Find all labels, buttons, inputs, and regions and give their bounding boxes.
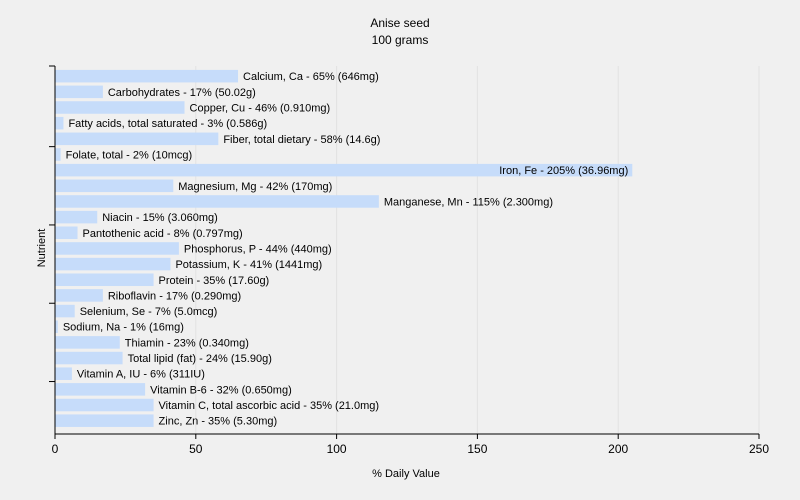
x-tick-label-3: 150 [467, 442, 487, 456]
bar-18 [55, 351, 123, 365]
bar-label-1: Carbohydrates - 17% (50.02g) [108, 87, 256, 99]
chart: Anise seed 100 grams Calcium, Ca - 65% (… [36, 16, 769, 480]
bar-20 [55, 383, 146, 396]
x-tick-label-0: 0 [52, 442, 59, 456]
bar-label-6: Iron, Fe - 205% (36.96mg) [499, 165, 628, 177]
bar-19 [55, 367, 72, 380]
bar-2 [55, 101, 185, 114]
bar-21 [55, 398, 154, 412]
bar-label-4: Fiber, total dietary - 58% (14.6g) [223, 134, 380, 146]
bar-9 [55, 210, 98, 224]
bar-17 [55, 336, 120, 349]
bar-label-8: Manganese, Mn - 115% (2.300mg) [384, 196, 553, 208]
bar-14 [55, 289, 103, 302]
x-tick-label-2: 100 [327, 442, 347, 456]
bar-3 [55, 116, 64, 130]
bar-8 [55, 195, 379, 208]
bar-label-15: Selenium, Se - 7% (5.0mcg) [80, 306, 218, 318]
chart-subtitle: 100 grams [372, 33, 429, 47]
bar-7 [55, 179, 174, 193]
x-tick-label-5: 250 [749, 442, 769, 456]
bar-22 [55, 414, 154, 427]
bar-12 [55, 257, 171, 271]
bar-1 [55, 85, 103, 99]
bars: Calcium, Ca - 65% (646mg) Carbohydrates -… [55, 69, 633, 428]
bar-11 [55, 242, 179, 255]
bar-label-9: Niacin - 15% (3.060mg) [102, 212, 218, 224]
x-tick-label-4: 200 [608, 442, 628, 456]
bar-label-17: Thiamin - 23% (0.340mg) [125, 337, 249, 349]
bar-0 [55, 69, 239, 83]
bar-15 [55, 304, 75, 318]
bar-label-20: Vitamin B-6 - 32% (0.650mg) [150, 384, 292, 396]
bar-5 [55, 148, 61, 161]
bar-label-21: Vitamin C, total ascorbic acid - 35% (21… [159, 400, 380, 412]
y-axis-label: Nutrient [36, 229, 48, 268]
bar-label-12: Potassium, K - 41% (1441mg) [175, 259, 322, 271]
bar-label-2: Copper, Cu - 46% (0.910mg) [190, 102, 331, 114]
bar-10 [55, 226, 78, 240]
bar-label-16: Sodium, Na - 1% (16mg) [63, 322, 184, 334]
bar-label-3: Fatty acids, total saturated - 3% (0.586… [68, 118, 267, 130]
bar-label-7: Magnesium, Mg - 42% (170mg) [178, 181, 332, 193]
bar-label-5: Folate, total - 2% (10mcg) [66, 149, 193, 161]
bar-label-22: Zinc, Zn - 35% (5.30mg) [159, 416, 278, 428]
bar-label-18: Total lipid (fat) - 24% (15.90g) [128, 353, 272, 365]
bar-label-10: Pantothenic acid - 8% (0.797mg) [83, 228, 243, 240]
bar-label-19: Vitamin A, IU - 6% (311IU) [77, 369, 205, 381]
x-axis-label: % Daily Value [372, 468, 440, 480]
bar-label-13: Protein - 35% (17.60g) [159, 275, 270, 287]
bar-13 [55, 273, 154, 287]
bar-4 [55, 132, 219, 146]
x-tick-label-1: 50 [189, 442, 203, 456]
bar-label-14: Riboflavin - 17% (0.290mg) [108, 290, 241, 302]
chart-title: Anise seed [370, 16, 429, 30]
bar-label-11: Phosphorus, P - 44% (440mg) [184, 243, 332, 255]
bar-label-0: Calcium, Ca - 65% (646mg) [243, 71, 379, 83]
